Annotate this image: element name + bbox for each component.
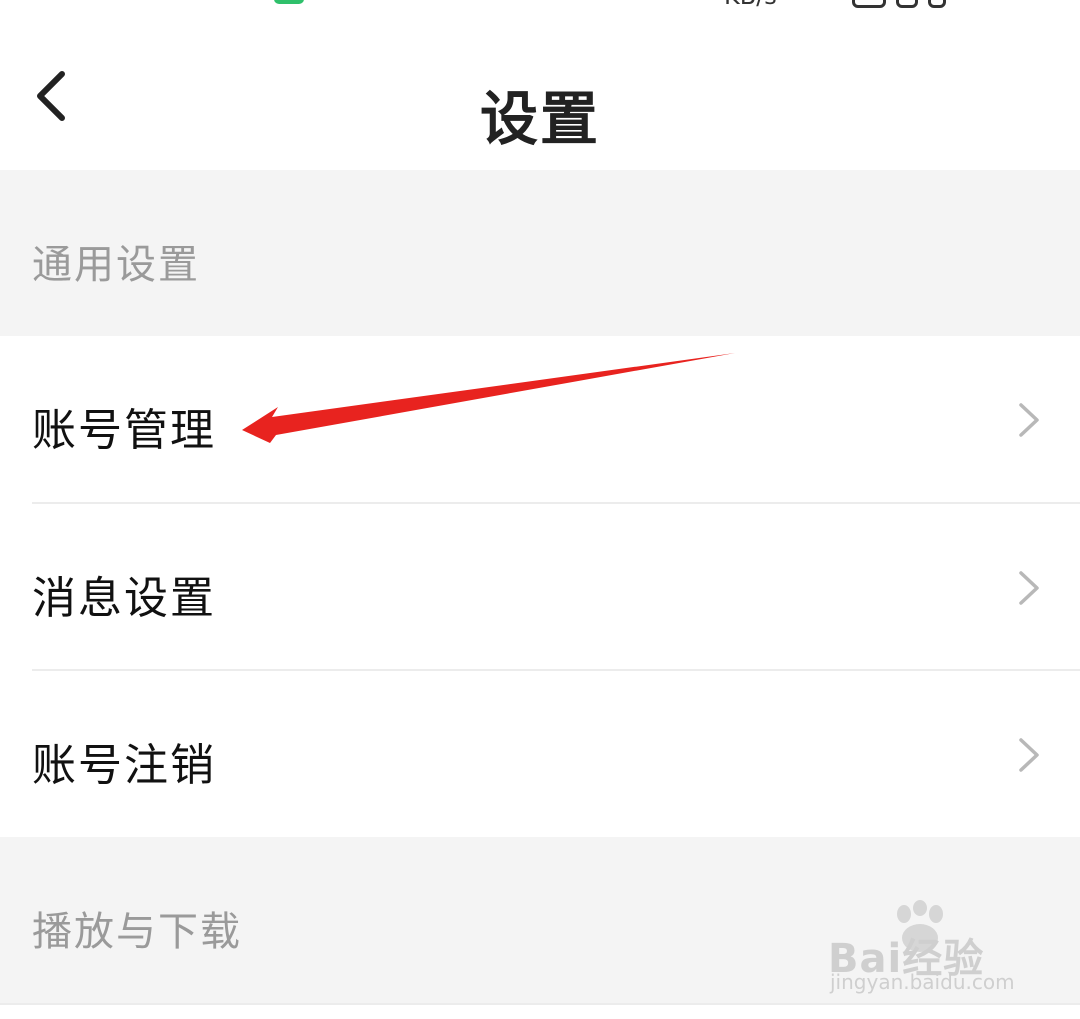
status-icons bbox=[852, 0, 962, 8]
section-title: 播放与下载 bbox=[32, 909, 242, 955]
status-indicator-icon bbox=[274, 0, 304, 4]
row-label: 账号管理 bbox=[32, 405, 216, 456]
section-title: 通用设置 bbox=[32, 242, 200, 288]
row-message-settings[interactable]: 消息设置 bbox=[0, 504, 1080, 670]
row-account-cancellation[interactable]: 账号注销 bbox=[0, 671, 1080, 837]
divider bbox=[0, 1003, 1080, 1005]
row-label: 账号注销 bbox=[32, 740, 216, 791]
chevron-right-icon bbox=[1019, 403, 1039, 437]
status-bar: KB/s bbox=[0, 0, 1080, 10]
watermark-url: jingyan.baidu.com bbox=[830, 970, 1015, 994]
row-account-management[interactable]: 账号管理 bbox=[0, 336, 1080, 502]
page-title: 设置 bbox=[479, 85, 600, 153]
nav-header: 设置 bbox=[0, 10, 1080, 170]
watermark-logo: Bai经验 jingyan.baidu.com bbox=[828, 900, 1028, 1000]
row-label: 消息设置 bbox=[32, 573, 216, 624]
section-header-general: 通用设置 bbox=[0, 170, 1080, 336]
chevron-right-icon bbox=[1019, 738, 1039, 772]
network-speed: KB/s bbox=[724, 0, 777, 10]
chevron-right-icon bbox=[1019, 571, 1039, 605]
